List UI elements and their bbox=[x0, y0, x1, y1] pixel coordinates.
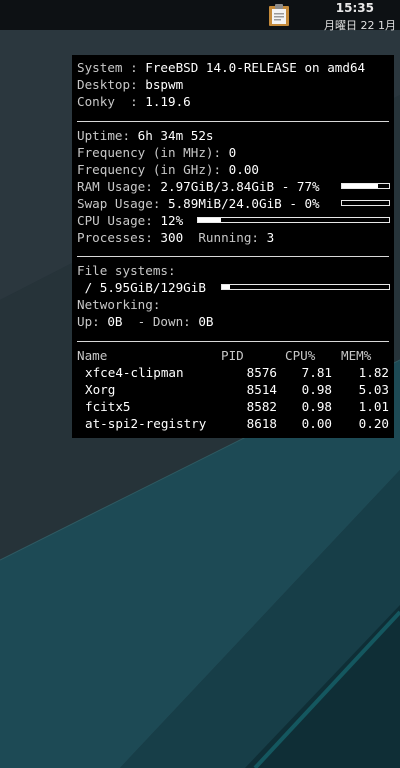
net-label: Networking: bbox=[77, 297, 161, 312]
ram-usage-fill bbox=[342, 184, 379, 188]
ram-usage-bar bbox=[341, 183, 390, 189]
divider bbox=[77, 121, 389, 122]
up-label: Up: bbox=[77, 314, 108, 329]
conky-version: 1.19.6 bbox=[145, 94, 191, 109]
uptime-label: Uptime: bbox=[77, 128, 138, 143]
up-value: 0B bbox=[107, 314, 123, 329]
cpu-usage-bar bbox=[197, 217, 390, 223]
divider bbox=[77, 341, 389, 342]
ram-value: 2.97GiB/3.84GiB - 77% bbox=[160, 179, 320, 194]
fs-usage-fill bbox=[222, 285, 230, 289]
ram-label: RAM Usage: bbox=[77, 179, 161, 194]
proc-header-mem: MEM% bbox=[341, 348, 372, 363]
net-heading: Networking: bbox=[77, 297, 160, 313]
proc-cpu: 0.98 bbox=[301, 382, 332, 397]
top-panel: 15:35 月曜日 22 1月 bbox=[0, 0, 400, 32]
proc-cpu: 7.81 bbox=[301, 365, 332, 380]
freq-mhz-row: Frequency (in MHz): 0 bbox=[77, 145, 236, 161]
system-row: System : FreeBSD 14.0-RELEASE on amd64 bbox=[77, 60, 365, 76]
swap-label: Swap Usage: bbox=[77, 196, 168, 211]
proc-header-pid: PID bbox=[221, 348, 244, 363]
proc-mem: 1.82 bbox=[358, 365, 389, 380]
fs-row: / 5.95GiB/129GiB bbox=[77, 280, 206, 296]
cpu-usage-fill bbox=[198, 218, 221, 222]
proc-mem: 1.01 bbox=[358, 399, 389, 414]
freq-ghz-value: 0.00 bbox=[228, 162, 259, 177]
proc-name: xfce4-clipman bbox=[85, 365, 184, 380]
uptime-value: 6h 34m 52s bbox=[137, 128, 214, 143]
divider bbox=[77, 256, 389, 257]
processes-row: Processes: 300 Running: 3 bbox=[77, 230, 274, 246]
clock-date: 月曜日 22 1月 bbox=[324, 19, 396, 32]
cpu-row: CPU Usage: 12% bbox=[77, 213, 183, 229]
processes-label: Processes: bbox=[77, 230, 161, 245]
processes-value: 300 bbox=[160, 230, 184, 245]
system-label: System : bbox=[77, 60, 146, 75]
freq-mhz-value: 0 bbox=[228, 145, 237, 160]
net-row: Up: 0B - Down: 0B bbox=[77, 314, 214, 330]
proc-name: Xorg bbox=[85, 382, 116, 397]
cpu-label: CPU Usage: bbox=[77, 213, 161, 228]
down-label: - Down: bbox=[122, 314, 199, 329]
proc-pid: 8618 bbox=[246, 416, 277, 431]
proc-name: at-spi2-registry bbox=[85, 416, 207, 431]
fs-value: / 5.95GiB/129GiB bbox=[77, 280, 206, 295]
proc-pid: 8582 bbox=[246, 399, 277, 414]
proc-name: fcitx5 bbox=[85, 399, 131, 414]
freq-ghz-row: Frequency (in GHz): 0.00 bbox=[77, 162, 259, 178]
uptime-row: Uptime: 6h 34m 52s bbox=[77, 128, 214, 144]
swap-row: Swap Usage: 5.89MiB/24.0GiB - 0% bbox=[77, 196, 320, 212]
desktop-row: Desktop: bspwm bbox=[77, 77, 183, 93]
fs-label: File systems: bbox=[77, 263, 176, 278]
proc-header-cpu: CPU% bbox=[285, 348, 316, 363]
clock-time[interactable]: 15:35 bbox=[336, 1, 374, 15]
swap-usage-bar bbox=[341, 200, 390, 206]
cpu-value: 12% bbox=[160, 213, 184, 228]
fs-heading: File systems: bbox=[77, 263, 176, 279]
system-value: FreeBSD 14.0-RELEASE on amd64 bbox=[145, 60, 366, 75]
conky-label: Conky : bbox=[77, 94, 146, 109]
freq-mhz-label: Frequency (in MHz): bbox=[77, 145, 229, 160]
proc-cpu: 0.00 bbox=[301, 416, 332, 431]
proc-pid: 8576 bbox=[246, 365, 277, 380]
conky-panel: System : FreeBSD 14.0-RELEASE on amd64 D… bbox=[72, 55, 394, 438]
freq-ghz-label: Frequency (in GHz): bbox=[77, 162, 229, 177]
ram-row: RAM Usage: 2.97GiB/3.84GiB - 77% bbox=[77, 179, 320, 195]
proc-header-name: Name bbox=[77, 348, 108, 363]
fs-usage-bar bbox=[221, 284, 390, 290]
down-value: 0B bbox=[198, 314, 214, 329]
desktop-value: bspwm bbox=[145, 77, 184, 92]
proc-mem: 0.20 bbox=[358, 416, 389, 431]
desktop-label: Desktop: bbox=[77, 77, 146, 92]
conky-version-row: Conky : 1.19.6 bbox=[77, 94, 191, 110]
clipboard-icon[interactable] bbox=[268, 3, 290, 27]
proc-cpu: 0.98 bbox=[301, 399, 332, 414]
proc-pid: 8514 bbox=[246, 382, 277, 397]
swap-value: 5.89MiB/24.0GiB - 0% bbox=[168, 196, 320, 211]
proc-mem: 5.03 bbox=[358, 382, 389, 397]
running-value: 3 bbox=[266, 230, 275, 245]
running-label: Running: bbox=[183, 230, 267, 245]
